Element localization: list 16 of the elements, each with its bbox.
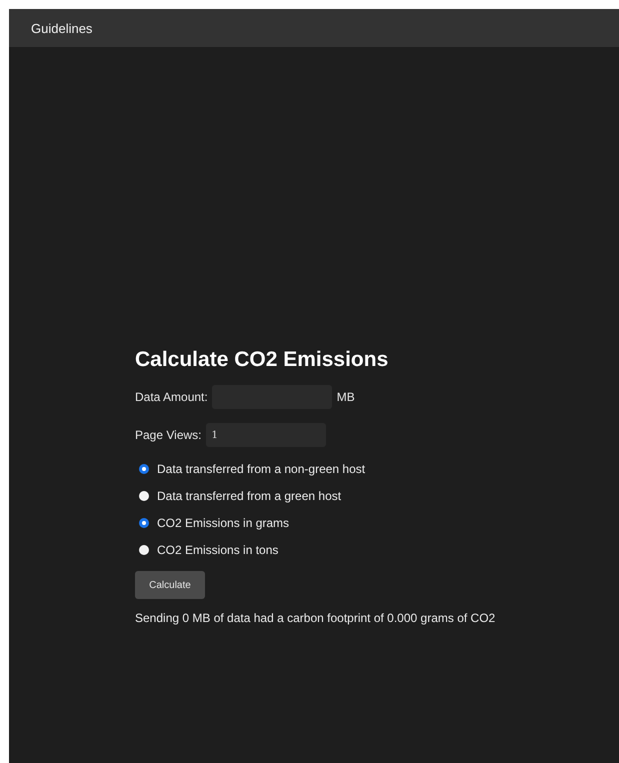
radio-button[interactable] — [139, 464, 149, 474]
form-heading: Calculate CO2 Emissions — [135, 347, 390, 373]
radio-button[interactable] — [139, 545, 149, 555]
radio-button[interactable] — [139, 518, 149, 528]
option-label: Data transferred from a non-green host — [157, 462, 366, 476]
nav-link[interactable]: Guidelines — [31, 20, 92, 36]
option-label: Data transferred from a green host — [157, 489, 342, 503]
option-label: CO2 Emissions in tons — [157, 543, 278, 557]
calculate-button[interactable]: Calculate — [135, 571, 205, 599]
input-field[interactable]: 1 — [206, 423, 326, 447]
unit-label: MB — [336, 390, 355, 404]
field-label: Data Amount: — [135, 390, 208, 404]
radio-button[interactable] — [139, 491, 149, 501]
option-label: CO2 Emissions in grams — [157, 516, 290, 530]
result-text: Sending 0 MB of data had a carbon footprint of 0.000 grams of CO2 — [135, 611, 496, 625]
field-label: Page Views: — [135, 428, 202, 442]
